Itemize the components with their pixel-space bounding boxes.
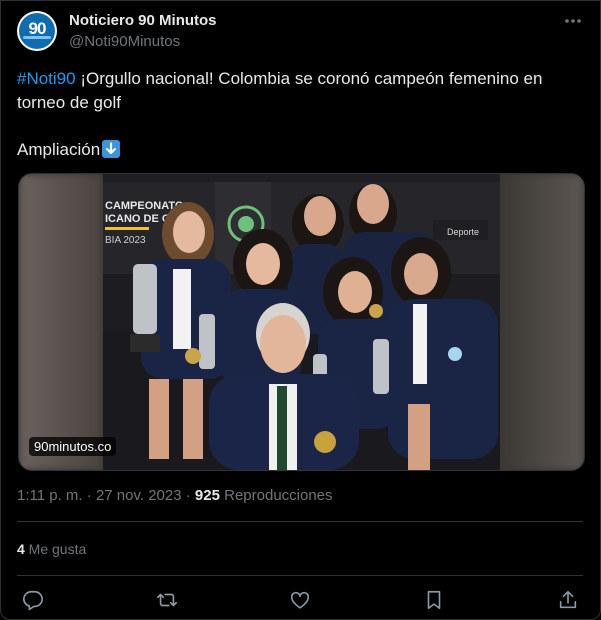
views-count: 925 [194,487,220,504]
media-watermark: 90minutos.co [29,437,117,456]
post-body-ampliacion: Ampliación [17,140,101,159]
post-meta: 1:11 p. m. · 27 nov. 2023 · 925 Reproduc… [17,487,333,504]
like-icon[interactable] [289,589,311,611]
post-time[interactable]: 1:11 p. m. [17,487,83,504]
share-icon[interactable] [557,589,579,611]
banner-line-3: BIA 2023 [105,235,146,246]
bookmark-icon[interactable] [423,589,445,611]
down-arrow-emoji-icon [102,140,121,158]
media-image[interactable]: Deporte CAMPEONATO ICANO DE GOLF BIA 202… [18,173,585,471]
post-body: ¡Orgullo nacional! Colombia se coronó ca… [17,69,543,112]
avatar-logo-bar [23,36,51,39]
sponsor-text: Deporte [447,227,479,237]
meta-separator: · [82,487,96,504]
repost-icon[interactable] [156,589,178,611]
likes-count: 4 [17,541,25,557]
views-label: Reproducciones [219,487,333,504]
media-blur-left [19,174,103,470]
media-blur-right [500,174,584,470]
likes-stat[interactable]: 4 Me gusta [17,541,86,557]
reply-icon[interactable] [22,589,44,611]
divider-2 [17,575,583,576]
post-text: #Noti90 ¡Orgullo nacional! Colombia se c… [17,67,582,115]
post-date[interactable]: 27 nov. 2023 [96,487,182,504]
post-text-second-line: Ampliación [17,139,121,161]
more-options-icon[interactable] [562,10,584,32]
hashtag-link[interactable]: #Noti90 [17,69,76,88]
divider [17,521,583,522]
meta-separator-2: · [181,487,195,504]
avatar-logo: 90 [19,13,55,49]
display-name[interactable]: Noticiero 90 Minutos [69,12,217,29]
team-photo: Deporte CAMPEONATO ICANO DE GOLF BIA 202… [103,174,500,470]
user-handle[interactable]: @Noti90Minutos [69,33,180,50]
likes-label: Me gusta [24,541,87,557]
avatar[interactable]: 90 [17,11,57,51]
